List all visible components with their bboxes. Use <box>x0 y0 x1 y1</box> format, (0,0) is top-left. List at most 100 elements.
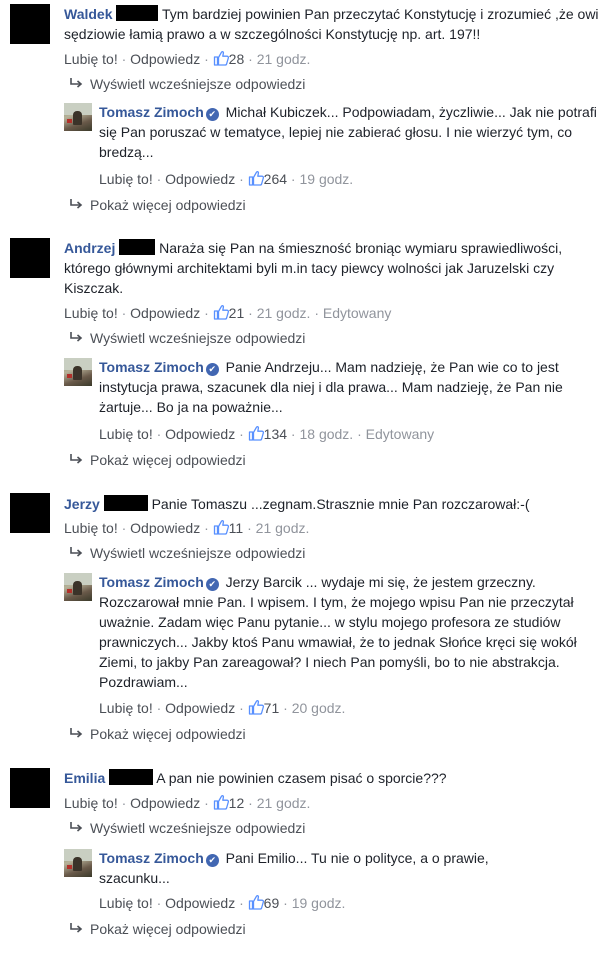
reply-arrow-icon <box>68 545 84 559</box>
like-link[interactable]: Lubię to! <box>99 895 153 911</box>
show-more-replies[interactable]: Pokaż więcej odpowiedzi <box>68 726 246 742</box>
thumbs-up-icon[interactable] <box>248 425 264 441</box>
redacted-name <box>116 5 159 21</box>
avatar[interactable] <box>10 768 50 808</box>
like-link[interactable]: Lubię to! <box>64 51 118 67</box>
edited-label[interactable]: Edytowany <box>323 305 391 321</box>
reply-author[interactable]: Tomasz Zimoch <box>99 850 204 866</box>
redacted-name <box>103 495 148 511</box>
comment-author[interactable]: Emilia <box>64 770 105 786</box>
reply-comment: Tomasz Zimoch ✔ Panie Andrzeju... Mam nad… <box>99 357 599 417</box>
comment: Andrzej Naraża się Pan na śmieszność bro… <box>64 238 604 298</box>
reply-arrow-icon <box>68 197 84 211</box>
like-link[interactable]: Lubię to! <box>99 171 153 187</box>
comment-actions: Lubię to! · Odpowiedz · 21 · 21 godz. · … <box>64 304 392 321</box>
thumbs-up-icon[interactable] <box>213 50 229 66</box>
avatar[interactable] <box>64 573 92 601</box>
reply-arrow-icon <box>68 330 84 344</box>
like-count[interactable]: 71 <box>264 700 280 716</box>
comment: Emilia A pan nie powinien czasem pisać o… <box>64 768 604 788</box>
comment-actions: Lubię to! · Odpowiedz · 28 · 21 godz. <box>64 50 311 67</box>
comment-actions: Lubię to! · Odpowiedz · 11 · 21 godz. <box>64 519 310 536</box>
show-more-replies[interactable]: Pokaż więcej odpowiedzi <box>68 197 246 213</box>
thumbs-up-icon[interactable] <box>248 170 264 186</box>
thumbs-up-icon[interactable] <box>213 794 229 810</box>
like-count[interactable]: 12 <box>229 795 245 811</box>
edited-label[interactable]: Edytowany <box>366 426 434 442</box>
comment-text: Panie Tomaszu ...zegnam.Strasznie mnie P… <box>151 496 530 512</box>
like-count[interactable]: 134 <box>264 426 287 442</box>
reply-link[interactable]: Odpowiedz <box>130 520 200 536</box>
comment-author[interactable]: Jerzy <box>64 496 100 512</box>
comment: Jerzy Panie Tomaszu ...zegnam.Strasznie … <box>64 494 604 514</box>
reply-link[interactable]: Odpowiedz <box>165 426 235 442</box>
avatar[interactable] <box>64 849 92 877</box>
avatar[interactable] <box>10 238 50 278</box>
comment-actions: Lubię to! · Odpowiedz · 12 · 21 godz. <box>64 794 311 811</box>
reply-link[interactable]: Odpowiedz <box>130 795 200 811</box>
like-link[interactable]: Lubię to! <box>99 700 153 716</box>
timestamp[interactable]: 21 godz. <box>257 51 311 67</box>
reply-actions: Lubię to! · Odpowiedz · 134 · 18 godz. ·… <box>99 425 435 442</box>
like-link[interactable]: Lubię to! <box>64 520 118 536</box>
reply-link[interactable]: Odpowiedz <box>165 700 235 716</box>
verified-badge-icon: ✔ <box>205 854 219 867</box>
reply-comment: Tomasz Zimoch ✔ Jerzy Barcik ... wydaje m… <box>99 572 599 692</box>
like-count[interactable]: 28 <box>229 51 245 67</box>
show-more-replies[interactable]: Pokaż więcej odpowiedzi <box>68 921 246 937</box>
reply-arrow-icon <box>68 726 84 740</box>
avatar[interactable] <box>10 4 50 44</box>
timestamp[interactable]: 21 godz. <box>256 520 310 536</box>
like-link[interactable]: Lubię to! <box>99 426 153 442</box>
reply-text: Jerzy Barcik ... wydaje mi się, że jeste… <box>99 574 577 690</box>
reply-arrow-icon <box>68 76 84 90</box>
timestamp[interactable]: 19 godz. <box>299 171 353 187</box>
reply-arrow-icon <box>68 820 84 834</box>
verified-badge-icon: ✔ <box>205 108 219 121</box>
redacted-name <box>119 239 156 255</box>
reply-actions: Lubię to! · Odpowiedz · 69 · 19 godz. <box>99 894 346 911</box>
reply-arrow-icon <box>68 921 84 935</box>
reply-link[interactable]: Odpowiedz <box>130 305 200 321</box>
reply-author[interactable]: Tomasz Zimoch <box>99 104 204 120</box>
avatar[interactable] <box>64 103 92 131</box>
thumbs-up-icon[interactable] <box>213 519 229 535</box>
like-count[interactable]: 69 <box>264 895 280 911</box>
like-link[interactable]: Lubię to! <box>64 305 118 321</box>
show-earlier-replies[interactable]: Wyświetl wcześniejsze odpowiedzi <box>68 820 305 836</box>
like-count[interactable]: 21 <box>229 305 245 321</box>
reply-author[interactable]: Tomasz Zimoch <box>99 359 204 375</box>
reply-link[interactable]: Odpowiedz <box>165 171 235 187</box>
show-earlier-replies[interactable]: Wyświetl wcześniejsze odpowiedzi <box>68 76 305 92</box>
redacted-name <box>109 769 154 785</box>
avatar[interactable] <box>64 358 92 386</box>
like-count[interactable]: 264 <box>264 171 287 187</box>
timestamp[interactable]: 18 godz. <box>299 426 353 442</box>
reply-author[interactable]: Tomasz Zimoch <box>99 574 204 590</box>
comment-author[interactable]: Andrzej <box>64 240 115 256</box>
timestamp[interactable]: 20 godz. <box>292 700 346 716</box>
like-link[interactable]: Lubię to! <box>64 795 118 811</box>
show-more-replies[interactable]: Pokaż więcej odpowiedzi <box>68 452 246 468</box>
show-earlier-replies[interactable]: Wyświetl wcześniejsze odpowiedzi <box>68 330 305 346</box>
show-earlier-replies[interactable]: Wyświetl wcześniejsze odpowiedzi <box>68 545 305 561</box>
timestamp[interactable]: 21 godz. <box>257 795 311 811</box>
timestamp[interactable]: 19 godz. <box>292 895 346 911</box>
thumbs-up-icon[interactable] <box>248 699 264 715</box>
reply-link[interactable]: Odpowiedz <box>130 51 200 67</box>
comment: Waldek Tym bardziej powinien Pan przeczy… <box>64 4 604 44</box>
like-count[interactable]: 11 <box>229 520 244 536</box>
thumbs-up-icon[interactable] <box>213 304 229 320</box>
reply-comment: Tomasz Zimoch ✔ Pani Emilio... Tu nie o p… <box>99 848 519 888</box>
timestamp[interactable]: 21 godz. <box>257 305 311 321</box>
thumbs-up-icon[interactable] <box>248 894 264 910</box>
reply-actions: Lubię to! · Odpowiedz · 264 · 19 godz. <box>99 170 354 187</box>
reply-link[interactable]: Odpowiedz <box>165 895 235 911</box>
reply-comment: Tomasz Zimoch ✔ Michał Kubiczek... Podpow… <box>99 102 599 162</box>
comment-text: A pan nie powinien czasem pisać o sporci… <box>156 770 447 786</box>
reply-arrow-icon <box>68 452 84 466</box>
comment-author[interactable]: Waldek <box>64 6 113 22</box>
avatar[interactable] <box>10 493 50 533</box>
verified-badge-icon: ✔ <box>205 363 219 376</box>
reply-actions: Lubię to! · Odpowiedz · 71 · 20 godz. <box>99 699 346 716</box>
